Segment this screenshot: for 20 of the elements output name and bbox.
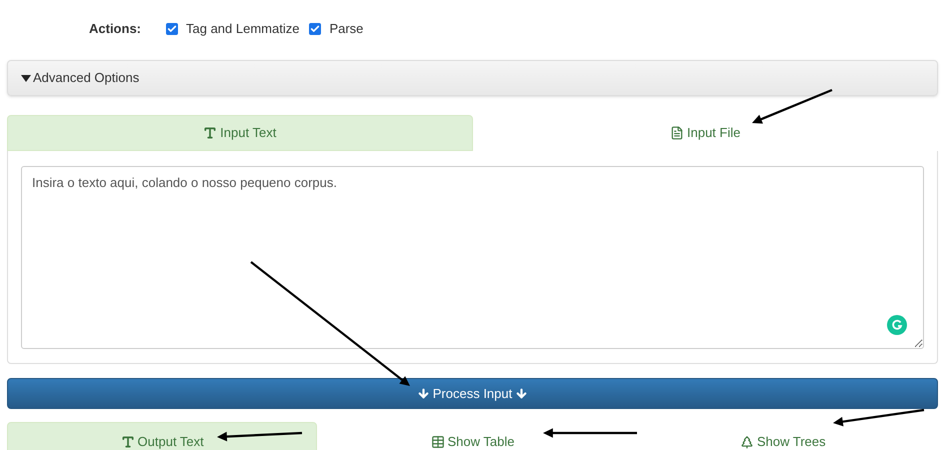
input-text-field[interactable]: Insira o texto aqui, colando o nosso pequeno corpus. (21, 166, 924, 349)
checkbox-label: Parse (329, 20, 364, 38)
arrow-down-icon (515, 387, 528, 400)
actions-label: Actions: (88, 20, 142, 38)
tab[interactable]: Show Table (317, 422, 628, 450)
font-icon (120, 435, 135, 449)
checkbox[interactable] (309, 23, 322, 35)
file-icon (670, 126, 684, 140)
tab[interactable]: Input File (472, 115, 938, 151)
checkbox-label: Tag and Lemmatize (186, 20, 300, 38)
arrow-down-icon (416, 387, 430, 400)
tree-icon (740, 435, 754, 449)
font-icon (203, 126, 218, 140)
tab[interactable]: Output Text (7, 422, 318, 450)
advanced-options-bar[interactable]: Advanced Options (7, 60, 938, 96)
tab[interactable]: Show Trees (628, 422, 938, 450)
tab[interactable]: Input Text (7, 115, 472, 151)
process-input-button[interactable]: Process Input (7, 378, 938, 409)
table-icon (430, 435, 444, 449)
checkbox[interactable] (166, 23, 178, 35)
